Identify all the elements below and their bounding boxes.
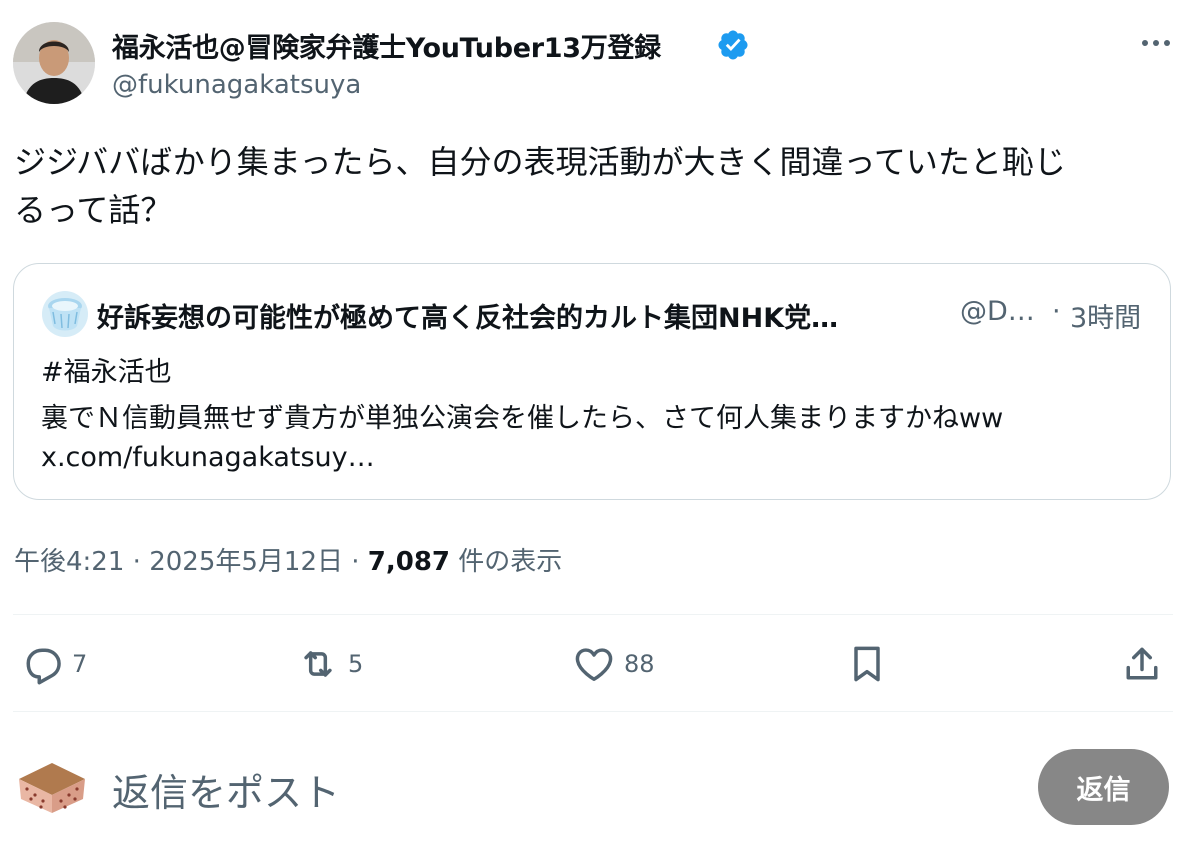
quoted-author-avatar[interactable] <box>41 290 89 338</box>
repost-icon <box>304 651 332 677</box>
divider <box>13 711 1173 712</box>
author-display-name[interactable]: 福永活也@冒険家弁護士YouTuber13万登録 <box>112 26 661 65</box>
bookmark-icon <box>854 646 880 682</box>
view-count: 7,087 <box>367 547 451 577</box>
quoted-separator: · <box>1052 296 1061 327</box>
meta-separator: · <box>351 547 360 577</box>
quoted-author-name[interactable]: 好訴妄想の可能性が極めて高く反社会的カルト集団NHK党… <box>97 296 939 335</box>
bookmark-button[interactable] <box>845 638 889 690</box>
current-user-avatar[interactable] <box>15 755 89 817</box>
meta-separator: · <box>132 547 141 577</box>
repost-count: 5 <box>348 650 364 678</box>
quoted-text: 裏でＮ信動員無せず貴方が単独公演会を催したら、さて何人集まりますかねww <box>41 403 1004 434</box>
reply-button[interactable]: 7 <box>20 638 87 690</box>
verified-badge-icon <box>716 28 750 62</box>
share-icon <box>1126 647 1158 680</box>
like-count: 88 <box>624 650 655 678</box>
author-handle[interactable]: @fukunagakatsuya <box>112 70 361 100</box>
more-options-icon[interactable] <box>1138 28 1174 58</box>
tweet-time[interactable]: 午後4:21 <box>14 547 124 577</box>
tweet-text: ジジババばかり集まったら、自分の表現活動が大きく間違っていたと恥じ るって話？ <box>14 138 1174 234</box>
share-button[interactable] <box>1120 638 1164 690</box>
tweet-text-line: ジジババばかり集まったら、自分の表現活動が大きく間違っていたと恥じ <box>14 143 1066 181</box>
reply-submit-button[interactable]: 返信 <box>1038 749 1169 825</box>
author-avatar[interactable] <box>13 22 95 104</box>
quoted-timestamp[interactable]: 3時間 <box>1070 296 1141 335</box>
repost-button[interactable]: 5 <box>296 638 363 690</box>
tweet-text-line: るって話？ <box>14 191 173 229</box>
heart-icon <box>575 648 613 681</box>
reply-icon <box>26 648 61 685</box>
quoted-hashtag[interactable]: #福永活也 <box>41 350 172 389</box>
quoted-author-handle[interactable]: @D… <box>960 296 1035 327</box>
reply-count: 7 <box>72 650 88 678</box>
divider <box>13 614 1173 615</box>
tweet-date[interactable]: 2025年5月12日 <box>149 547 343 577</box>
like-button[interactable]: 88 <box>572 638 655 690</box>
view-count-label: 件の表示 <box>458 547 563 577</box>
quoted-link[interactable]: x.com/fukunagakatsuy… <box>41 442 375 473</box>
reply-input[interactable]: 返信をポスト <box>112 762 340 817</box>
tweet-meta: 午後4:21 · 2025年5月12日 · 7,087 件の表示 <box>14 541 562 578</box>
